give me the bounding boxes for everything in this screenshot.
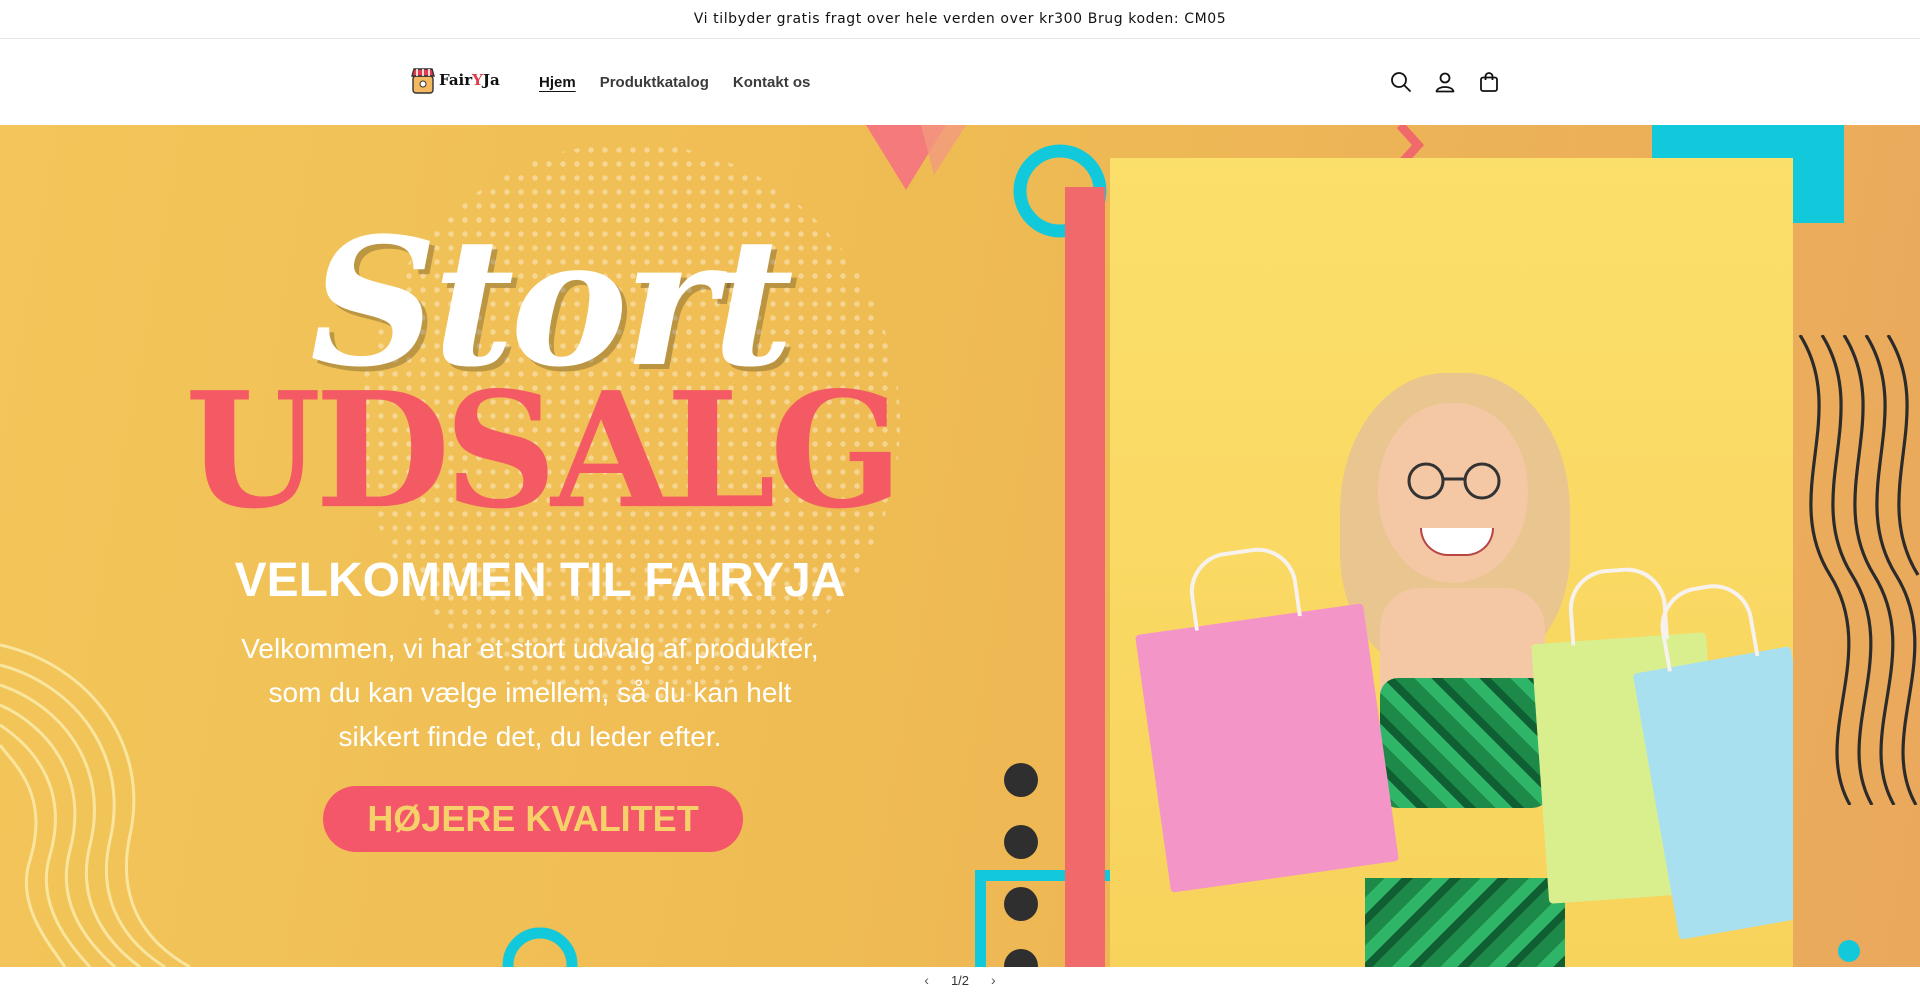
photo-green-skirt (1365, 878, 1565, 967)
nav-link-kontakt-os[interactable]: Kontakt os (733, 74, 811, 91)
site-logo[interactable]: FairYJa (410, 65, 500, 95)
cart-button[interactable] (1475, 68, 1503, 96)
cyan-ring-bottom-decoration (502, 927, 578, 967)
nav-link-hjem[interactable]: Hjem (539, 74, 576, 91)
hero-cta-button[interactable]: HØJERE KVALITET (323, 786, 743, 852)
shop-logo-icon (411, 68, 435, 94)
photo-green-top (1380, 678, 1550, 808)
hero-description-line: sikkert finde det, du leder efter. (338, 721, 722, 752)
main-nav: Hjem Produktkatalog Kontakt os (539, 39, 810, 125)
hero-welcome-title: VELKOMMEN TIL FAIRYJA (234, 554, 846, 607)
hero-description-line: som du kan vælge imellem, så du kan helt (268, 677, 792, 708)
triangle-decoration (866, 125, 966, 190)
hero-description-line: Velkommen, vi har et stort udvalg af pro… (241, 633, 819, 664)
announcement-bar: Vi tilbyder gratis fragt over hele verde… (0, 0, 1920, 39)
curvy-lines-right-decoration (1798, 335, 1920, 805)
glasses-icon (1407, 462, 1501, 500)
slide-counter: 1/2 (950, 972, 970, 988)
cart-icon (1480, 72, 1498, 92)
search-icon (1391, 72, 1411, 92)
previous-slide-icon[interactable]: ‹ (924, 972, 929, 988)
hero-photo (1110, 158, 1793, 967)
account-button[interactable] (1431, 68, 1459, 96)
site-header: FairYJa Hjem Produktkatalog Kontakt os (0, 39, 1920, 126)
next-slide-icon[interactable]: › (991, 972, 996, 988)
hero-banner[interactable]: UDSALG Stort VELKOMMEN TIL FAIRYJA Velko… (0, 125, 1920, 967)
nav-link-produktkatalog[interactable]: Produktkatalog (600, 74, 709, 91)
slideshow-controls: ‹ 1/2 › (0, 967, 1920, 993)
account-icon (1435, 72, 1455, 93)
announcement-text: Vi tilbyder gratis fragt over hele verde… (693, 11, 1227, 27)
hero-description: Velkommen, vi har et stort udvalg af pro… (170, 627, 890, 759)
header-icons (1387, 39, 1503, 125)
photo-accent-stripe (1065, 187, 1105, 967)
logo-wordmark: FairYJa (439, 71, 500, 89)
hero-script-word: Stort (310, 199, 794, 406)
search-button[interactable] (1387, 68, 1415, 96)
pink-shopping-bag (1135, 542, 1399, 893)
